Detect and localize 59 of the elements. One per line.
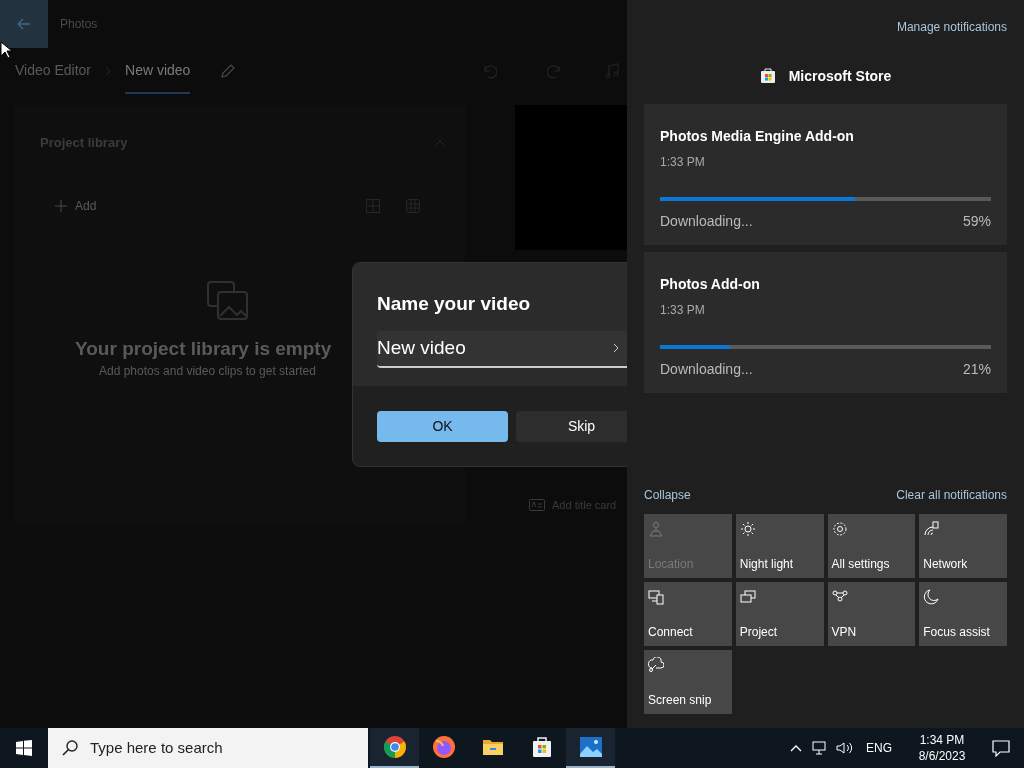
breadcrumb-tab[interactable]: New video [125,48,191,94]
windows-logo-icon [16,740,32,756]
quick-action-tile[interactable]: Network [919,514,1007,578]
quick-action-tile[interactable]: Focus assist [919,582,1007,646]
chrome-icon [382,735,407,759]
sun-icon [739,521,756,537]
moon-icon [923,589,940,605]
quick-action-tile[interactable]: Connect [644,582,732,646]
vpn-icon [831,589,848,605]
chevron-right-icon [105,66,111,76]
store-icon [759,68,776,84]
app-title: Photos [60,16,98,33]
percent-text: 59% [962,212,991,231]
search-icon [62,740,78,756]
notification-card[interactable]: Photos Media Engine Add-on 1:33 PM Downloading... 59% [644,104,1007,245]
title-card-icon [529,499,545,512]
network-wired-icon[interactable] [812,741,828,755]
quick-action-tile[interactable]: Screen snip [644,650,732,714]
taskbar-app-button[interactable] [566,728,615,768]
clock-time[interactable]: 1:34 PM [919,732,965,748]
app-name: Microsoft Store [788,66,892,86]
language-indicator[interactable]: ENG [866,739,892,757]
empty-state-subtitle: Add photos and video clips to get started [99,363,316,380]
dialog-title: Name your video [377,292,532,316]
dialog-button[interactable]: OK [377,411,508,442]
quick-action-tile[interactable]: All settings [827,514,916,578]
status-text: Downloading... [660,360,753,379]
quick-action-tile[interactable]: Night light [735,514,824,578]
network-icon [923,521,940,537]
volume-icon[interactable] [836,741,854,755]
notification-time: 1:33 PM [660,154,706,171]
manage-notifications-link[interactable]: Manage notifications [896,18,1007,34]
project-icon [739,589,756,605]
status-text: Downloading... [660,212,753,231]
plus-icon [55,199,67,212]
firefox-icon [431,735,456,759]
percent-text: 21% [962,360,991,379]
empty-state-title: Your project library is empty [75,337,332,361]
notification-time: 1:33 PM [660,302,706,319]
search-field[interactable]: Type here to search [48,728,368,768]
connect-icon [648,589,664,605]
clock-date[interactable]: 8/6/2023 [918,748,966,764]
location-icon [648,521,664,537]
notification-card[interactable]: Photos Add-on 1:33 PM Downloading... 21% [644,252,1007,393]
gear-icon [831,521,848,537]
quick-action-tile[interactable]: VPN [827,582,916,646]
photo-icon [578,735,603,759]
notification-title: Photos Add-on [660,275,761,294]
message-icon [992,739,1010,757]
collapse-link[interactable]: Collapse [644,486,691,504]
clear-all-link[interactable]: Clear all notifications [896,486,1007,504]
back-arrow-icon [17,18,31,30]
name-field[interactable]: New video [377,330,627,368]
taskbar-app-button[interactable] [370,728,419,768]
quick-action-tile[interactable]: Project [735,582,824,646]
dialog-button[interactable]: Skip [516,411,627,442]
snip-icon [648,657,664,673]
photos-empty-icon [207,281,249,321]
notification-title: Photos Media Engine Add-on [660,127,855,146]
